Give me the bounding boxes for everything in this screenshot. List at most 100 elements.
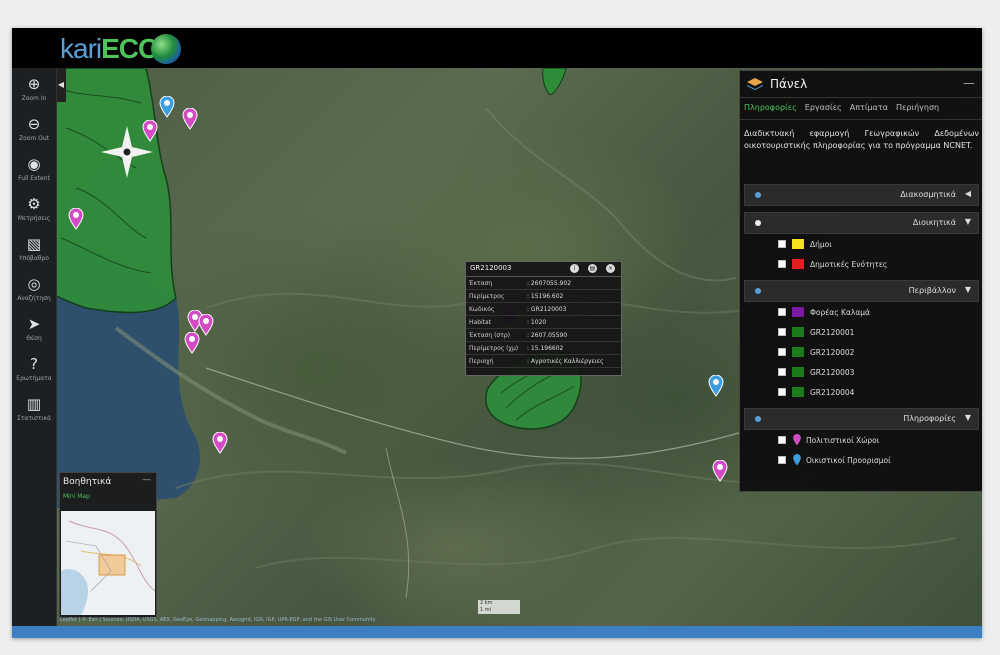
page-footer-bar	[12, 626, 982, 638]
layer-label: GR2120004	[810, 387, 855, 397]
layer-checkbox[interactable]	[778, 388, 786, 396]
layer-checkbox[interactable]	[778, 308, 786, 316]
minimap-header: Βοηθητικά —	[60, 473, 156, 491]
layer-checkbox[interactable]	[778, 368, 786, 376]
tab-info[interactable]: Πληροφορίες	[744, 103, 797, 119]
tool-label: Θέση	[26, 335, 42, 342]
app-window: kari ECO ◀ ⊕ Zoom In ⊖ Zoom Out ◉ Full E…	[12, 28, 982, 638]
location-arrow-icon: ➤	[27, 315, 41, 333]
marker-culture-icon[interactable]	[212, 432, 228, 454]
print-icon[interactable]: ▤	[588, 264, 597, 273]
section-toggle-icon[interactable]: ◀	[965, 189, 971, 198]
globe-icon	[150, 34, 181, 64]
popup-key: Περίμετρος (χμ)	[469, 344, 519, 352]
minimap-tab[interactable]: Mini Map	[63, 493, 153, 500]
minimap-canvas[interactable]	[61, 511, 155, 615]
panel-minimize-button[interactable]: —	[963, 76, 975, 90]
popup-key: Έκταση (στρ)	[469, 331, 510, 339]
layer-checkbox[interactable]	[778, 260, 786, 268]
layer-checkbox[interactable]	[778, 456, 786, 464]
layer-label: Φορέας Καλαμά	[810, 307, 870, 317]
popup-header: GR2120003 i ▤ ×	[466, 262, 621, 277]
map-toolbar: ⊕ Zoom In ⊖ Zoom Out ◉ Full Extent ⚙ Μετρήσεις ▧…	[12, 68, 57, 628]
tool-globe[interactable]: ◉ Full Extent	[15, 154, 53, 192]
layer-checkbox[interactable]	[778, 436, 786, 444]
marker-settlement-icon[interactable]	[159, 96, 175, 118]
minimap-minimize-button[interactable]: —	[142, 475, 151, 485]
tool-binoculars[interactable]: ◎ Αναζήτηση	[15, 274, 53, 312]
marker-settlement-icon[interactable]	[708, 375, 724, 397]
tool-statistics[interactable]: ▥ Στατιστικά	[15, 394, 53, 432]
legend-swatch	[792, 239, 804, 249]
section-toggle-icon[interactable]: ▼	[965, 285, 971, 294]
popup-value: : 2607055.902	[527, 279, 572, 287]
feature-popup: GR2120003 i ▤ × Έκταση : 2607055.902 Περίμ…	[465, 261, 622, 376]
legend-swatch	[792, 387, 804, 397]
layer-item: Οικιστικοί Προορισμοί	[778, 450, 982, 470]
marker-culture-icon[interactable]	[184, 332, 200, 354]
tool-measure[interactable]: ⚙ Μετρήσεις	[15, 194, 53, 232]
legend-swatch	[792, 307, 804, 317]
tool-basemap[interactable]: ▧ Υπόβαθρο	[15, 234, 53, 272]
info-icon[interactable]: i	[570, 264, 579, 273]
layer-checkbox[interactable]	[778, 240, 786, 248]
popup-row: Περιοχή: Αγροτικές Καλλιέργειες	[466, 355, 621, 368]
marker-culture-icon[interactable]	[712, 460, 728, 482]
marker-culture-icon[interactable]	[182, 108, 198, 130]
popup-value: : 15.196602	[527, 344, 564, 352]
section-header[interactable]: Περιβάλλον ▼	[744, 280, 979, 302]
popup-row: Κωδικός: GR2120003	[466, 303, 621, 316]
layer-label: GR2120003	[810, 367, 855, 377]
collapse-toolbar-button[interactable]: ◀	[56, 68, 66, 102]
tool-zoom-in[interactable]: ⊕ Zoom In	[15, 74, 53, 112]
layer-label: Δήμοι	[810, 239, 832, 249]
marker-culture-icon[interactable]	[68, 208, 84, 230]
popup-key: Έκταση	[469, 279, 493, 287]
popup-row: Έκταση : 2607055.902	[466, 277, 621, 290]
tool-label: Υπόβαθρο	[19, 255, 49, 262]
layer-item: GR2120002	[778, 342, 982, 362]
tool-label: Zoom In	[21, 95, 47, 102]
map-attribution: Leaflet | © Esri | Sources: USDA, USGS, …	[60, 617, 376, 623]
section-title: Περιβάλλον	[908, 286, 956, 295]
layer-label: Πολιτιστικοί Χώροι	[806, 435, 880, 445]
layer-checkbox[interactable]	[778, 328, 786, 336]
section-toggle-icon[interactable]: ▼	[965, 217, 971, 226]
basemap-icon: ▧	[26, 235, 42, 253]
panel-header: Πάνελ —	[740, 71, 982, 98]
tab-tasks[interactable]: Εργασίες	[805, 103, 842, 119]
app-logo[interactable]: kari ECO	[60, 30, 181, 68]
section-header[interactable]: Διοικητικά ▼	[744, 212, 979, 234]
popup-row: Habitat: 1020	[466, 316, 621, 329]
section-dot-icon	[755, 192, 761, 198]
section-dot-icon	[755, 288, 761, 294]
popup-row: Έκταση (στρ): 2607.05590	[466, 329, 621, 342]
layer-checkbox[interactable]	[778, 348, 786, 356]
legend-pin-icon	[793, 454, 801, 466]
layer-item: Δήμοι	[778, 234, 982, 254]
close-icon[interactable]: ×	[606, 264, 615, 273]
tab-results[interactable]: Απτίματα	[850, 103, 888, 119]
marker-culture-icon[interactable]	[142, 120, 158, 142]
section-toggle-icon[interactable]: ▼	[965, 413, 971, 422]
layer-label: GR2120002	[810, 347, 855, 357]
layer-item: GR2120003	[778, 362, 982, 382]
tool-zoom-out[interactable]: ⊖ Zoom Out	[15, 114, 53, 152]
section-header[interactable]: Διακοσμητικά ◀	[744, 184, 979, 206]
binoculars-icon: ◎	[27, 275, 41, 293]
tool-location-arrow[interactable]: ➤ Θέση	[15, 314, 53, 352]
popup-attributes: Έκταση: 2607055.902 Περίμετρος: 15196.602…	[466, 277, 621, 368]
tab-browse[interactable]: Περιήγηση	[896, 103, 939, 119]
tool-question[interactable]: ? Ερωτήματα	[15, 354, 53, 392]
globe-icon: ◉	[27, 155, 41, 173]
tool-label: Μετρήσεις	[17, 215, 51, 222]
section-header[interactable]: Πληροφορίες ▼	[744, 408, 979, 430]
legend-swatch	[792, 259, 804, 269]
popup-value: : GR2120003	[527, 305, 567, 313]
popup-key: Habitat	[469, 318, 492, 326]
marker-culture-icon[interactable]	[198, 314, 214, 336]
layer-label: GR2120001	[810, 327, 855, 337]
measure-icon: ⚙	[27, 195, 41, 213]
layer-item: GR2120001	[778, 322, 982, 342]
section-title: Πληροφορίες	[903, 414, 956, 423]
